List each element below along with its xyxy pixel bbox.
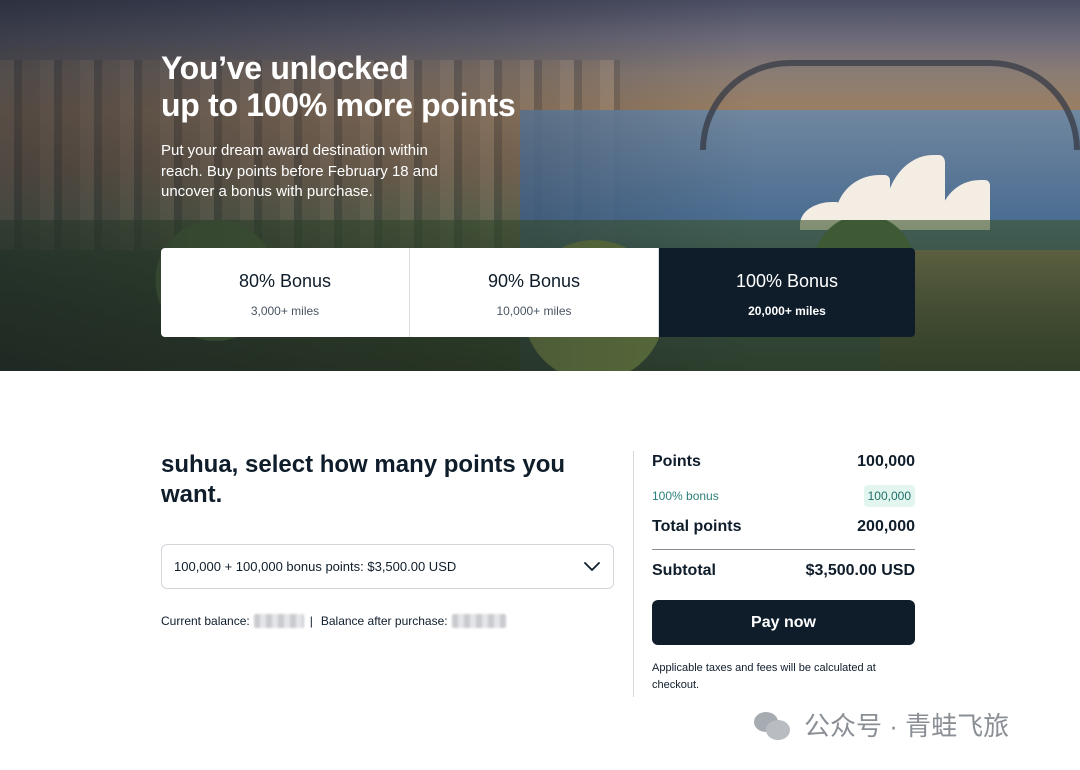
hero-title: You’ve unlocked up to 100% more points: [161, 50, 581, 124]
pay-now-button[interactable]: Pay now: [652, 600, 915, 645]
tier-80-bonus[interactable]: 80% Bonus 3,000+ miles: [161, 248, 410, 337]
points-label: Points: [652, 453, 701, 470]
summary-total-row: Total points 200,000: [652, 515, 915, 539]
total-points-label: Total points: [652, 518, 742, 535]
watermark-text: 公众号 · 青蛙飞旅: [804, 711, 1010, 741]
taxes-note: Applicable taxes and fees will be calcul…: [652, 662, 876, 691]
hero-banner: You’ve unlocked up to 100% more points P…: [0, 0, 1080, 371]
points-selection-heading: suhua, select how many points you want.: [161, 451, 566, 508]
points-package-select[interactable]: 100,000 + 100,000 bonus points: $3,500.0…: [161, 544, 614, 589]
hero-title-line1: You’ve unlocked: [161, 50, 409, 86]
balance-after-label: Balance after purchase:: [320, 614, 448, 628]
bonus-value-badge: 100,000: [863, 485, 915, 507]
tier-label: 100% Bonus: [735, 271, 839, 291]
balance-separator: |: [309, 614, 313, 628]
subtotal-label: Subtotal: [652, 562, 716, 579]
tier-90-bonus[interactable]: 90% Bonus 10,000+ miles: [410, 248, 659, 337]
current-balance-label: Current balance:: [161, 614, 250, 628]
summary-subtotal-row: Subtotal $3,500.00 USD: [652, 560, 915, 582]
points-value: 100,000: [857, 453, 915, 470]
summary-divider: [652, 549, 915, 550]
tier-miles: 10,000+ miles: [496, 304, 572, 318]
column-divider: [633, 451, 634, 697]
tier-100-bonus[interactable]: 100% Bonus 20,000+ miles: [659, 248, 915, 337]
balance-after-redacted: [451, 614, 506, 628]
bonus-label: 100% bonus: [652, 489, 719, 503]
chevron-down-icon: [583, 558, 601, 576]
points-package-value: 100,000 + 100,000 bonus points: $3,500.0…: [174, 559, 457, 574]
tier-label: 90% Bonus: [487, 271, 581, 291]
tier-label: 80% Bonus: [238, 271, 332, 291]
hero-subtitle: Put your dream award destination within …: [161, 142, 438, 200]
wechat-watermark: 公众号 · 青蛙飞旅: [752, 706, 1009, 743]
hero-title-line2: up to 100% more points: [161, 87, 516, 123]
current-balance-redacted: [253, 614, 304, 628]
subtotal-value: $3,500.00 USD: [805, 562, 915, 579]
total-points-value: 200,000: [857, 518, 915, 535]
summary-points-row: Points 100,000: [652, 450, 915, 474]
bonus-tier-selector: 80% Bonus 3,000+ miles 90% Bonus 10,000+…: [161, 248, 915, 337]
tier-miles: 3,000+ miles: [250, 304, 320, 318]
order-summary: Points 100,000 100% bonus 100,000 Total …: [652, 450, 915, 694]
tier-miles: 20,000+ miles: [748, 304, 826, 318]
wechat-icon: [752, 708, 792, 742]
balance-info: Current balance: | Balance after purchas…: [161, 614, 510, 628]
summary-bonus-row: 100% bonus 100,000: [652, 483, 915, 509]
